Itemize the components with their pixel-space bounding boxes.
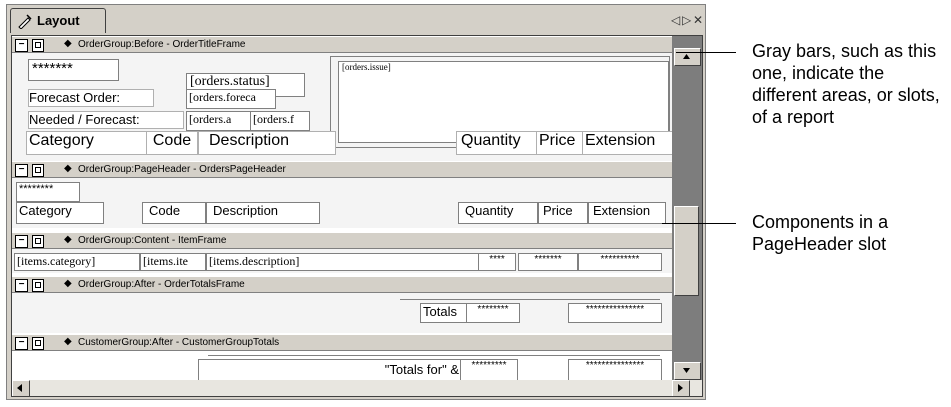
report-field[interactable]: ******** xyxy=(16,182,80,202)
close-icon[interactable]: ✕ xyxy=(693,13,703,27)
slot-icon: ◆ xyxy=(64,234,72,245)
report-field[interactable]: [items.ite xyxy=(140,253,206,271)
report-field[interactable]: [items.description] xyxy=(206,253,480,271)
arrow-left-icon xyxy=(17,384,22,392)
slot-label: OrderGroup:Before - OrderTitleFrame xyxy=(78,39,246,50)
report-field[interactable]: ********** xyxy=(578,253,662,271)
report-field[interactable]: **** xyxy=(478,253,516,271)
arrow-right-icon xyxy=(678,384,683,392)
slot-area-pageheader: ******** Category Code Description Quant… xyxy=(12,178,672,228)
collapse-icon[interactable]: − xyxy=(15,39,28,52)
callout-leader-line xyxy=(676,52,736,53)
report-field[interactable]: *************** xyxy=(568,359,662,381)
collapse-icon[interactable]: − xyxy=(15,279,28,292)
report-label[interactable]: Quantity xyxy=(456,131,538,155)
scroll-tabs-right-icon[interactable]: ▷ xyxy=(682,13,691,27)
tab-layout[interactable]: Layout xyxy=(10,8,106,33)
report-label[interactable]: Quantity xyxy=(458,202,538,224)
report-label[interactable]: Price xyxy=(536,131,584,155)
report-label[interactable]: Category xyxy=(26,131,150,155)
divider xyxy=(208,355,660,356)
frame-icon xyxy=(32,39,44,52)
report-label[interactable]: Price xyxy=(538,202,588,224)
frame-icon xyxy=(32,337,44,350)
scroll-up-button[interactable] xyxy=(674,48,701,66)
slot-label: CustomerGroup:After - CustomerGroupTotal… xyxy=(78,337,280,348)
report-label[interactable]: Needed / Forecast: xyxy=(28,111,184,129)
frame-icon xyxy=(32,279,44,292)
report-field[interactable]: [orders.a xyxy=(186,111,252,131)
report-label[interactable]: Description xyxy=(198,131,336,155)
layout-canvas: − ◆ OrderGroup:Before - OrderTitleFrame … xyxy=(11,35,703,397)
report-field[interactable]: ********* xyxy=(460,359,518,381)
report-field[interactable]: ******* xyxy=(28,59,119,81)
vertical-scrollbar[interactable] xyxy=(672,36,702,380)
slot-bar-customer[interactable]: − ◆ CustomerGroup:After - CustomerGroupT… xyxy=(12,334,672,351)
slot-area-customer: "Totals for" & ********* *************** xyxy=(12,351,672,383)
layout-tool-icon xyxy=(18,14,32,29)
slot-icon: ◆ xyxy=(64,38,72,49)
slot-bar-content[interactable]: − ◆ OrderGroup:Content - ItemFrame xyxy=(12,232,672,249)
report-label[interactable]: Totals xyxy=(420,303,468,323)
report-field[interactable]: ******** xyxy=(466,303,520,323)
callout-components: Components in a PageHeader slot xyxy=(752,212,889,254)
slot-label: OrderGroup:Content - ItemFrame xyxy=(78,235,227,246)
report-field[interactable]: *************** xyxy=(568,303,662,323)
report-field[interactable]: [orders.foreca xyxy=(186,89,276,109)
divider xyxy=(400,299,660,300)
callout-leader-line xyxy=(662,223,736,224)
collapse-icon[interactable]: − xyxy=(15,235,28,248)
report-label[interactable]: Forecast Order: xyxy=(28,89,154,107)
collapse-icon[interactable]: − xyxy=(15,337,28,350)
slot-area-after: Totals ******** *************** xyxy=(12,293,672,333)
report-field[interactable]: [orders.f xyxy=(250,111,310,131)
report-label[interactable]: Extension xyxy=(582,131,674,155)
scroll-right-button[interactable] xyxy=(672,380,690,396)
callout-gray-bars: Gray bars, such as this one, indicate th… xyxy=(752,41,940,127)
slot-icon: ◆ xyxy=(64,336,72,347)
slot-bar-before[interactable]: − ◆ OrderGroup:Before - OrderTitleFrame xyxy=(12,36,672,53)
scroll-left-button[interactable] xyxy=(12,380,30,396)
report-label[interactable]: Description xyxy=(206,202,320,224)
slot-area-before: ******* [orders.status] [orders.issue] F… xyxy=(12,53,674,161)
frame-icon xyxy=(32,235,44,248)
scroll-thumb[interactable] xyxy=(674,206,699,296)
horizontal-scrollbar[interactable] xyxy=(12,380,702,396)
slot-area-content: [items.category] [items.ite [items.descr… xyxy=(12,249,672,273)
frame-icon xyxy=(32,164,44,177)
report-label[interactable]: Category xyxy=(16,202,104,224)
scroll-down-button[interactable] xyxy=(674,362,701,380)
slot-bar-pageheader[interactable]: − ◆ OrderGroup:PageHeader - OrdersPageHe… xyxy=(12,161,672,178)
slot-bar-after[interactable]: − ◆ OrderGroup:After - OrderTotalsFrame xyxy=(12,276,672,293)
report-field[interactable]: [items.category] xyxy=(14,253,140,271)
slot-label: OrderGroup:After - OrderTotalsFrame xyxy=(78,279,245,290)
tab-label: Layout xyxy=(37,13,80,28)
slot-label: OrderGroup:PageHeader - OrdersPageHeader xyxy=(78,164,286,175)
report-layout-window: Layout ◁ ▷ ✕ − ◆ OrderGroup:Before - Ord… xyxy=(6,4,706,400)
collapse-icon[interactable]: − xyxy=(15,164,28,177)
report-label[interactable]: Code xyxy=(142,202,206,224)
arrow-down-icon xyxy=(683,368,690,373)
report-label[interactable]: Code xyxy=(146,131,198,155)
slot-icon: ◆ xyxy=(64,278,72,289)
slot-icon: ◆ xyxy=(64,163,72,174)
report-label[interactable]: Extension xyxy=(588,202,666,224)
tab-strip: Layout ◁ ▷ ✕ xyxy=(7,5,705,33)
scroll-tabs-left-icon[interactable]: ◁ xyxy=(671,13,680,27)
report-field[interactable]: ******* xyxy=(518,253,578,271)
